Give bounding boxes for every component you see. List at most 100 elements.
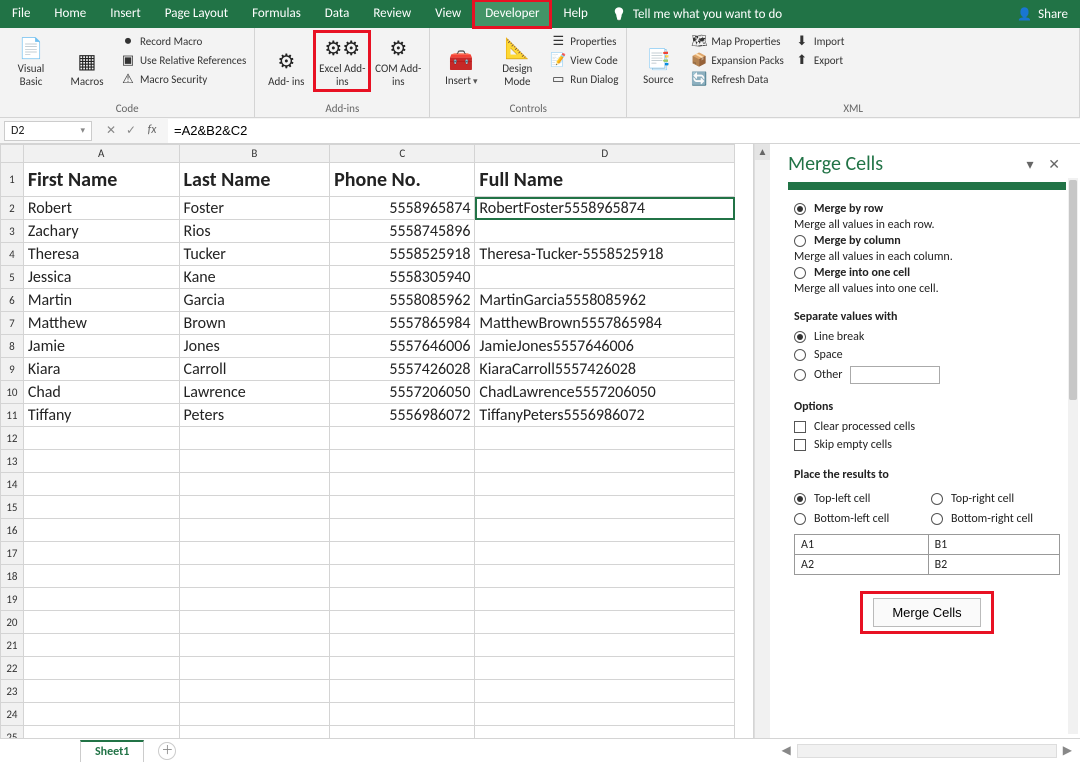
hscroll-left-icon[interactable]: ◀: [782, 743, 791, 758]
cell[interactable]: 5557426028: [330, 358, 475, 381]
formula-input[interactable]: [168, 119, 1080, 143]
row-header-19[interactable]: 19: [1, 588, 24, 611]
row-header-18[interactable]: 18: [1, 565, 24, 588]
hscroll-right-icon[interactable]: ▶: [1063, 743, 1072, 758]
cell[interactable]: Tiffany: [23, 404, 179, 427]
grid-table[interactable]: ABCD1First NameLast NamePhone No.Full Na…: [0, 144, 735, 738]
result-cell[interactable]: B1: [928, 535, 1059, 555]
cell[interactable]: Carroll: [179, 358, 330, 381]
place-option[interactable]: Bottom-left cell: [794, 510, 923, 528]
export-button[interactable]: ⬆Export: [790, 51, 849, 69]
insert-control-button[interactable]: 🧰 Insert: [434, 32, 488, 90]
cell[interactable]: Jamie: [23, 335, 179, 358]
row-header-22[interactable]: 22: [1, 657, 24, 680]
row-header-14[interactable]: 14: [1, 473, 24, 496]
menu-tab-file[interactable]: File: [0, 0, 42, 28]
row-header-15[interactable]: 15: [1, 496, 24, 519]
menu-tab-view[interactable]: View: [423, 0, 473, 28]
cell[interactable]: Theresa: [23, 243, 179, 266]
menu-tab-help[interactable]: Help: [551, 0, 599, 28]
menu-tab-formulas[interactable]: Formulas: [240, 0, 313, 28]
merge-how-option[interactable]: Merge by row: [794, 200, 1060, 218]
cell[interactable]: ChadLawrence5557206050: [475, 381, 735, 404]
option-checkbox[interactable]: Skip empty cells: [794, 436, 1060, 454]
row-header-1[interactable]: 1: [1, 163, 24, 197]
row-header-9[interactable]: 9: [1, 358, 24, 381]
col-header-D[interactable]: D: [475, 145, 735, 163]
row-header-12[interactable]: 12: [1, 427, 24, 450]
header-cell[interactable]: Phone No.: [330, 163, 475, 197]
cell[interactable]: Kiara: [23, 358, 179, 381]
visual-basic-button[interactable]: 📄 Visual Basic: [4, 32, 58, 90]
map-properties-button[interactable]: 🗺Map Properties: [687, 32, 787, 50]
cell[interactable]: RobertFoster5558965874: [475, 197, 735, 220]
cell[interactable]: Chad: [23, 381, 179, 404]
use-relative-button[interactable]: ▣Use Relative References: [116, 51, 250, 69]
cell[interactable]: Robert: [23, 197, 179, 220]
row-header-5[interactable]: 5: [1, 266, 24, 289]
separator-option[interactable]: Space: [794, 346, 1060, 364]
place-option[interactable]: Top-left cell: [794, 490, 923, 508]
cell[interactable]: 5558085962: [330, 289, 475, 312]
tell-me-input[interactable]: Tell me what you want to do: [600, 7, 794, 22]
sheet-tab-sheet1[interactable]: Sheet1: [80, 740, 144, 762]
result-cell[interactable]: B2: [928, 555, 1059, 575]
result-cell[interactable]: A2: [795, 555, 929, 575]
row-header-3[interactable]: 3: [1, 220, 24, 243]
macro-security-button[interactable]: ⚠Macro Security: [116, 70, 250, 88]
place-option[interactable]: Top-right cell: [931, 490, 1060, 508]
panel-scrollbar[interactable]: [1068, 178, 1078, 734]
cell[interactable]: Kane: [179, 266, 330, 289]
select-all-cell[interactable]: [1, 145, 24, 163]
header-cell[interactable]: First Name: [23, 163, 179, 197]
row-header-20[interactable]: 20: [1, 611, 24, 634]
macros-button[interactable]: ▦ Macros: [60, 32, 114, 90]
cell[interactable]: TiffanyPeters5556986072: [475, 404, 735, 427]
cancel-formula-button[interactable]: ✕: [102, 123, 120, 138]
vertical-scrollbar[interactable]: ▲: [754, 144, 770, 738]
row-header-8[interactable]: 8: [1, 335, 24, 358]
cell[interactable]: Lawrence: [179, 381, 330, 404]
cell[interactable]: 5558305940: [330, 266, 475, 289]
cell[interactable]: 5557206050: [330, 381, 475, 404]
cell[interactable]: Rios: [179, 220, 330, 243]
cell[interactable]: 5558745896: [330, 220, 475, 243]
menu-tab-home[interactable]: Home: [42, 0, 98, 28]
refresh-data-button[interactable]: 🔄Refresh Data: [687, 70, 787, 88]
cell[interactable]: Jones: [179, 335, 330, 358]
header-cell[interactable]: Last Name: [179, 163, 330, 197]
cell[interactable]: MartinGarcia5558085962: [475, 289, 735, 312]
cell[interactable]: [475, 220, 735, 243]
cell[interactable]: Foster: [179, 197, 330, 220]
addins-button[interactable]: ⚙ Add- ins: [259, 32, 313, 90]
panel-menu-icon[interactable]: ▾: [1021, 156, 1040, 173]
run-dialog-button[interactable]: ▭Run Dialog: [546, 70, 622, 88]
scroll-up-icon[interactable]: ▲: [755, 144, 770, 160]
separator-option[interactable]: Other: [794, 364, 1060, 386]
result-cell[interactable]: A1: [795, 535, 929, 555]
col-header-C[interactable]: C: [330, 145, 475, 163]
row-header-13[interactable]: 13: [1, 450, 24, 473]
name-box[interactable]: D2▾: [4, 121, 92, 141]
share-button[interactable]: Share: [1005, 7, 1080, 22]
menu-tab-data[interactable]: Data: [313, 0, 362, 28]
cell[interactable]: 5557865984: [330, 312, 475, 335]
cell[interactable]: Tucker: [179, 243, 330, 266]
col-header-A[interactable]: A: [23, 145, 179, 163]
row-header-23[interactable]: 23: [1, 680, 24, 703]
row-header-16[interactable]: 16: [1, 519, 24, 542]
separator-other-input[interactable]: [850, 366, 940, 384]
cell[interactable]: [475, 266, 735, 289]
menu-tab-developer[interactable]: Developer: [473, 0, 551, 28]
row-header-4[interactable]: 4: [1, 243, 24, 266]
row-header-2[interactable]: 2: [1, 197, 24, 220]
place-option[interactable]: Bottom-right cell: [931, 510, 1060, 528]
option-checkbox[interactable]: Clear processed cells: [794, 418, 1060, 436]
row-header-17[interactable]: 17: [1, 542, 24, 565]
cell[interactable]: 5558525918: [330, 243, 475, 266]
cell[interactable]: Zachary: [23, 220, 179, 243]
cell[interactable]: KiaraCarroll5557426028: [475, 358, 735, 381]
row-header-11[interactable]: 11: [1, 404, 24, 427]
col-header-B[interactable]: B: [179, 145, 330, 163]
import-button[interactable]: ⬇Import: [790, 32, 849, 50]
